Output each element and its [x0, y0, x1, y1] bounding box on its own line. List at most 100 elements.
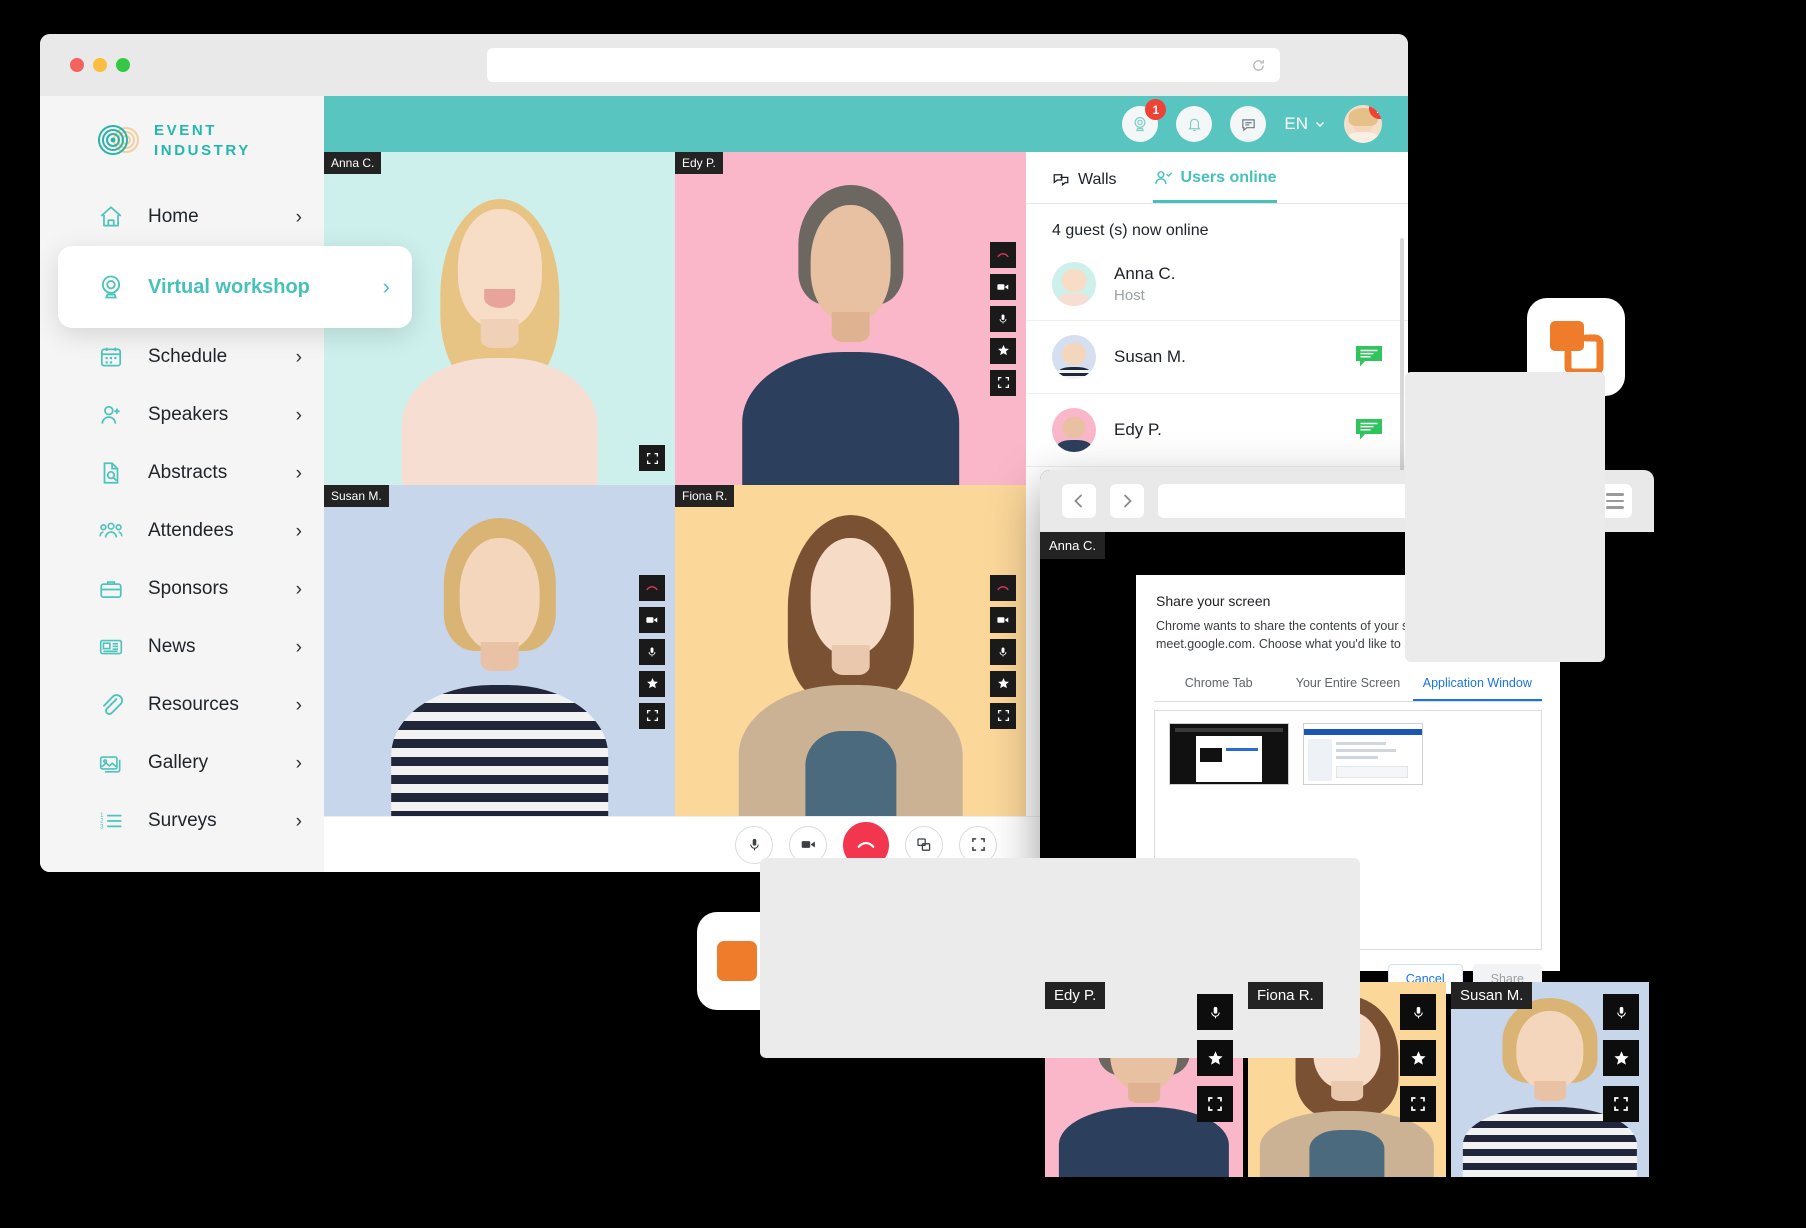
header-chat-button[interactable]	[1230, 106, 1267, 142]
event-industry-logo	[96, 118, 142, 164]
window-preview-light[interactable]	[1303, 723, 1423, 786]
mic-icon[interactable]	[990, 305, 1016, 332]
filmstrip-tile-susan[interactable]: Susan M.	[1451, 982, 1649, 1177]
user-list-item-edy[interactable]: Edy P.	[1026, 394, 1408, 467]
fullscreen-icon	[971, 838, 985, 851]
chevron-right-icon: ›	[295, 636, 302, 658]
video-tile-susan[interactable]: Susan M.	[324, 485, 675, 818]
newspaper-icon	[96, 632, 126, 662]
camera-icon[interactable]	[639, 606, 665, 633]
document-search-icon	[96, 458, 126, 488]
sidebar-item-news[interactable]: News ›	[40, 618, 324, 676]
participant-photo	[675, 485, 1026, 818]
mic-icon[interactable]	[639, 638, 665, 665]
chevron-right-icon: ›	[295, 404, 302, 426]
sidebar-item-schedule[interactable]: Schedule ›	[40, 328, 324, 386]
mic-icon[interactable]	[990, 638, 1016, 665]
video-tile-name: Anna C.	[324, 152, 382, 174]
maximize-window-button[interactable]	[116, 58, 130, 72]
star-icon[interactable]	[990, 337, 1016, 364]
address-bar[interactable]	[487, 48, 1280, 82]
dialog-tab-chrome-tab[interactable]: Chrome Tab	[1154, 667, 1283, 701]
fullscreen-icon[interactable]	[1603, 1086, 1639, 1122]
sidebar-item-gallery[interactable]: Gallery ›	[40, 734, 324, 792]
dialog-tabs: Chrome Tab Your Entire Screen Applicatio…	[1154, 667, 1542, 703]
user-list-item-susan[interactable]: Susan M.	[1026, 321, 1408, 394]
user-name: Anna C.	[1114, 264, 1176, 283]
mic-icon[interactable]	[1197, 994, 1233, 1030]
minimize-window-button[interactable]	[93, 58, 107, 72]
fullscreen-icon[interactable]	[990, 702, 1016, 729]
hangup-icon[interactable]	[990, 574, 1016, 601]
sidebar-item-abstracts[interactable]: Abstracts ›	[40, 444, 324, 502]
tab-walls[interactable]: Walls	[1052, 171, 1117, 201]
user-name: Susan M.	[1114, 347, 1186, 366]
filmstrip-name: Susan M.	[1451, 982, 1533, 1009]
fullscreen-icon[interactable]	[1400, 1086, 1436, 1122]
sidebar-item-surveys[interactable]: 1 2 3 Surveys ›	[40, 792, 324, 850]
camera-icon[interactable]	[990, 273, 1016, 300]
camera-icon[interactable]	[990, 606, 1016, 633]
chevron-right-icon: ›	[295, 810, 302, 832]
header-notifications-button[interactable]	[1176, 106, 1213, 142]
fullscreen-icon[interactable]	[990, 369, 1016, 396]
dialog-tab-entire-screen[interactable]: Your Entire Screen	[1283, 667, 1412, 701]
video-tile-name: Fiona R.	[675, 485, 735, 507]
mic-icon[interactable]	[1603, 994, 1639, 1030]
fullscreen-icon[interactable]	[1197, 1086, 1233, 1122]
sidebar-label-speakers: Speakers	[148, 404, 229, 425]
traffic-lights	[70, 58, 130, 72]
reload-icon[interactable]	[1251, 58, 1266, 73]
user-avatar-button[interactable]: 1	[1344, 105, 1382, 143]
video-tile-name: Susan M.	[324, 485, 389, 507]
window-preview-dark[interactable]	[1169, 723, 1289, 786]
svg-text:3: 3	[100, 824, 104, 830]
filmstrip-controls	[1197, 994, 1233, 1122]
dialog-tab-application-window[interactable]: Application Window	[1412, 667, 1542, 702]
sidebar-item-resources[interactable]: Resources ›	[40, 676, 324, 734]
close-window-button[interactable]	[70, 58, 84, 72]
sidebar: EVENT INDUSTRY Home › Virtual workshop ›…	[40, 96, 412, 872]
chat-bubble-icon[interactable]	[1356, 346, 1382, 368]
star-icon[interactable]	[1197, 1040, 1233, 1076]
back-button[interactable]	[1062, 484, 1096, 518]
sidebar-item-speakers[interactable]: Speakers ›	[40, 386, 324, 444]
star-icon[interactable]	[1400, 1040, 1436, 1076]
sidebar-item-virtual-workshop[interactable]: Virtual workshop ›	[58, 246, 412, 328]
video-tile-fiona[interactable]: Fiona R.	[675, 485, 1026, 818]
brand-line-2: INDUSTRY	[154, 142, 251, 159]
user-info: Anna C. Host	[1114, 264, 1175, 304]
stage-participant-label: Anna C.	[1040, 532, 1105, 559]
sidebar-item-sponsors[interactable]: Sponsors ›	[40, 560, 324, 618]
chat-bubbles-icon	[1053, 173, 1069, 186]
calendar-icon	[96, 342, 126, 372]
user-check-icon	[1154, 171, 1172, 184]
main-window-titlebar	[40, 34, 1408, 96]
tab-users-online-label: Users online	[1180, 169, 1277, 186]
video-tile-name: Edy P.	[675, 152, 723, 174]
sidebar-item-attendees[interactable]: Attendees ›	[40, 502, 324, 560]
user-info: Edy P.	[1114, 420, 1162, 440]
sidebar-item-home[interactable]: Home ›	[40, 188, 324, 246]
star-icon[interactable]	[1603, 1040, 1639, 1076]
video-tile-edy[interactable]: Edy P.	[675, 152, 1026, 485]
forward-button[interactable]	[1110, 484, 1144, 518]
hangup-icon[interactable]	[990, 241, 1016, 268]
panel-tabs: Walls Users online	[1026, 152, 1408, 204]
screenshot-root: EVENT INDUSTRY Home › Virtual workshop ›…	[0, 0, 1806, 1228]
fullscreen-icon[interactable]	[639, 702, 665, 729]
star-icon[interactable]	[639, 670, 665, 697]
language-selector[interactable]: EN	[1284, 114, 1326, 134]
star-icon[interactable]	[990, 670, 1016, 697]
header-webcam-badge: 1	[1145, 99, 1167, 120]
user-list-item-anna[interactable]: Anna C. Host	[1026, 248, 1408, 321]
avatar	[1052, 335, 1096, 379]
fullscreen-icon[interactable]	[639, 445, 665, 471]
panel-scrollbar[interactable]	[1400, 238, 1404, 474]
mic-icon[interactable]	[1400, 994, 1436, 1030]
header-webcam-button[interactable]: 1	[1122, 99, 1167, 142]
tab-users-online[interactable]: Users online	[1152, 168, 1277, 203]
hangup-icon[interactable]	[639, 574, 665, 601]
chat-bubble-icon[interactable]	[1356, 419, 1382, 441]
hangup-icon	[857, 841, 875, 848]
